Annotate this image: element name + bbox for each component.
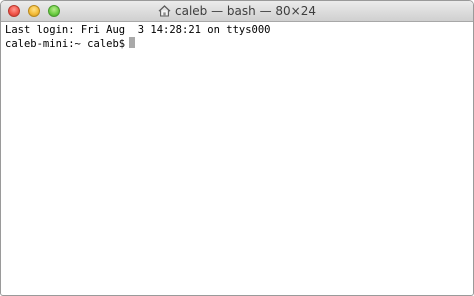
window-title-group: caleb — bash — 80×24 [1, 1, 473, 21]
home-folder-icon [158, 5, 171, 17]
title-bar[interactable]: caleb — bash — 80×24 [1, 1, 473, 22]
window-title: caleb — bash — 80×24 [175, 4, 316, 18]
text-cursor [129, 37, 136, 48]
terminal-window: caleb — bash — 80×24 Last login: Fri Aug… [0, 0, 474, 296]
shell-prompt: caleb-mini:~ caleb$ [5, 38, 126, 50]
terminal-output[interactable]: Last login: Fri Aug 3 14:28:21 on ttys00… [1, 22, 473, 51]
terminal-line: Last login: Fri Aug 3 14:28:21 on ttys00… [5, 24, 271, 36]
prompt-line: caleb-mini:~ caleb$ [5, 37, 473, 51]
